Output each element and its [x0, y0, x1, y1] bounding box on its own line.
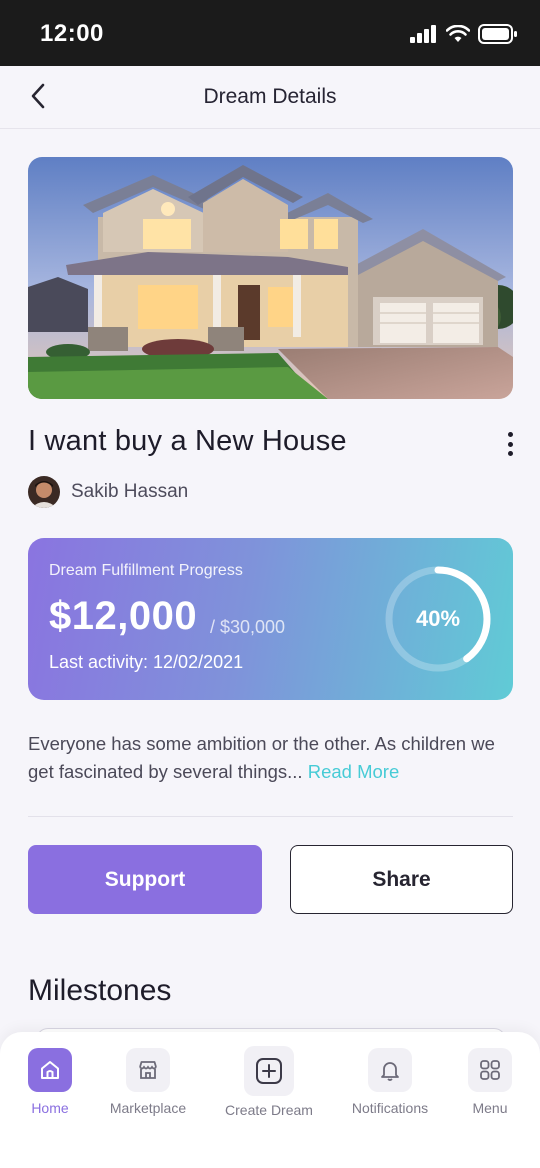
nav-label-home: Home	[31, 1100, 69, 1116]
avatar	[28, 476, 60, 508]
wifi-icon	[446, 25, 470, 42]
top-bar: Dream Details	[0, 66, 540, 129]
house-photo	[28, 157, 513, 399]
goal-amount: / $30,000	[210, 617, 286, 637]
read-more-link[interactable]: Read More	[308, 761, 400, 782]
author-name: Sakib Hassan	[71, 481, 189, 502]
nav-home[interactable]: Home	[0, 1048, 105, 1116]
share-button[interactable]: Share	[290, 845, 513, 914]
last-activity: Last activity: 12/02/2021	[49, 652, 244, 672]
nav-notifications[interactable]: Notifications	[335, 1048, 445, 1116]
bell-icon	[381, 1062, 399, 1081]
description-text: Everyone has some ambition or the other.…	[28, 733, 495, 782]
support-button[interactable]: Support	[28, 845, 262, 914]
nav-label-create-dream: Create Dream	[225, 1102, 313, 1118]
home-icon	[41, 1061, 59, 1079]
plus-square-icon	[256, 1058, 282, 1084]
store-icon	[139, 1061, 157, 1079]
nav-label-menu: Menu	[472, 1100, 508, 1116]
status-icons	[410, 24, 518, 44]
signal-icon	[410, 25, 436, 43]
progress-card: Dream Fulfillment Progress $12,000 / $30…	[28, 538, 513, 700]
dream-image	[28, 157, 513, 399]
nav-label-marketplace: Marketplace	[109, 1100, 187, 1116]
nav-menu[interactable]: Menu	[435, 1048, 540, 1116]
person-avatar-icon	[28, 476, 60, 508]
divider	[28, 816, 513, 817]
status-time: 12:00	[40, 20, 104, 47]
bottom-nav: Home Marketplace Create Dream Notificati…	[0, 1032, 540, 1168]
milestones-title: Milestones	[28, 974, 172, 1007]
nav-label-notifications: Notifications	[351, 1100, 429, 1116]
battery-icon	[478, 24, 517, 44]
nav-create-dream[interactable]: Create Dream	[214, 1046, 324, 1118]
progress-label: Dream Fulfillment Progress	[49, 562, 243, 579]
more-options-button[interactable]	[502, 430, 518, 458]
dream-title: I want buy a New House	[28, 425, 347, 457]
nav-marketplace[interactable]: Marketplace	[93, 1048, 203, 1116]
dream-description: Everyone has some ambition or the other.…	[28, 730, 518, 786]
page-title: Dream Details	[203, 85, 337, 108]
progress-ring: 40%	[382, 563, 494, 675]
more-vertical-icon	[507, 432, 513, 437]
grid-icon	[480, 1060, 500, 1080]
progress-percent: 40%	[415, 606, 461, 631]
raised-amount: $12,000	[49, 594, 198, 638]
status-bar: 12:00	[0, 0, 540, 66]
author-row[interactable]: Sakib Hassan	[28, 476, 188, 508]
